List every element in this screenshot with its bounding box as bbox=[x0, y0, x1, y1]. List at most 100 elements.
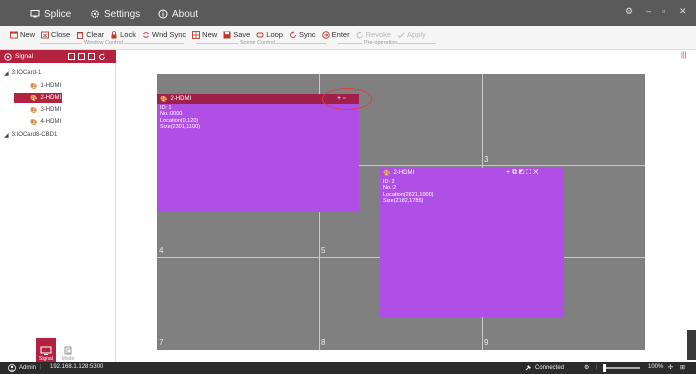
hdmi-source-icon: 🎨 bbox=[30, 107, 38, 114]
toolbar-button-new[interactable]: New bbox=[192, 30, 217, 39]
toolbar-button-label: Clear bbox=[86, 30, 105, 39]
tree-item-hdmi-4[interactable]: 🎨 4-HDMI bbox=[30, 117, 90, 127]
zoom-level: 100% bbox=[648, 364, 664, 370]
window-new-icon bbox=[10, 31, 18, 38]
tab-label: Splice bbox=[44, 8, 72, 20]
toolbar-button-label: New bbox=[202, 30, 218, 39]
cell-number: 3 bbox=[484, 155, 489, 164]
cell-number: 5 bbox=[321, 246, 326, 255]
cell-number: 7 bbox=[159, 338, 164, 347]
toolbar-buttons: New Close Clear Lock Wnd Sync New Save Loop Sync… bbox=[10, 29, 432, 40]
zoom-slider-thumb[interactable] bbox=[603, 364, 606, 372]
toolbar-button-lock[interactable]: Lock bbox=[110, 30, 136, 39]
toolbar-button-wnd-sync[interactable]: Wnd Sync bbox=[142, 30, 186, 39]
signal-icon bbox=[4, 52, 12, 61]
cell-number: 4 bbox=[159, 246, 164, 255]
right-panel-toggle[interactable]: ||| bbox=[681, 52, 686, 59]
minimize-button[interactable]: – bbox=[646, 6, 651, 16]
monitor-icon bbox=[40, 346, 52, 355]
scene-new-icon bbox=[192, 30, 201, 39]
user-info[interactable]: Admin bbox=[8, 364, 36, 372]
enter-icon bbox=[321, 30, 330, 39]
signal-panel-header: Signal bbox=[0, 50, 116, 63]
maximize-button[interactable]: ▫ bbox=[662, 6, 665, 16]
toolbar-button-revoke[interactable]: Revoke bbox=[356, 30, 391, 39]
tree-card-iocard8-cbd1[interactable]: ◢ 3:IOCard8-CBD1 bbox=[4, 130, 57, 140]
side-tab[interactable] bbox=[687, 330, 696, 360]
toolbar-button-label: Lock bbox=[120, 30, 136, 39]
toolbar-button-apply[interactable]: Apply bbox=[397, 30, 426, 39]
toolbar-button-enter[interactable]: Enter bbox=[321, 30, 350, 39]
info-icon bbox=[158, 9, 168, 19]
monitor-icon bbox=[30, 10, 40, 18]
toolbar-button-label: Revoke bbox=[365, 30, 392, 39]
toolbar: New Close Clear Lock Wnd Sync New Save Loop Sync… bbox=[0, 26, 696, 50]
toolbar-button-label: Close bbox=[51, 30, 71, 39]
gear-icon[interactable]: ⚙ bbox=[584, 364, 589, 371]
toolbar-button-label: Enter bbox=[331, 30, 350, 39]
plug-icon bbox=[525, 365, 531, 371]
window-controls[interactable]: + ⧉ ◩ ⛶ ✕ bbox=[506, 169, 538, 177]
window-title: 2-HDMI bbox=[393, 170, 415, 176]
status-divider: | bbox=[596, 364, 598, 370]
tree-card-iocard-1[interactable]: ◢ 3:IOCard-1 bbox=[4, 68, 41, 78]
loop-icon bbox=[256, 32, 264, 37]
tab-settings[interactable]: Settings bbox=[90, 7, 140, 21]
hdmi-source-icon: 🎨 bbox=[30, 119, 38, 126]
status-bar: Admin | 192.168.1.128:5300 Connected ⚙ |… bbox=[0, 362, 696, 374]
tree-item-hdmi-1[interactable]: 🎨 1-HDMI bbox=[30, 81, 90, 91]
zoom-slider[interactable] bbox=[604, 367, 640, 369]
hdmi-source-icon: 🎨 bbox=[160, 96, 168, 103]
hdmi-source-icon: 🎨 bbox=[30, 83, 38, 90]
group-divider bbox=[40, 43, 82, 44]
tab-mode[interactable]: Mode bbox=[58, 338, 78, 362]
tree-item-hdmi-2[interactable]: 🎨 2-HDMI bbox=[14, 93, 62, 103]
window-control-buttons[interactable]: + ⧉ ◩ ⛶ ✕ bbox=[506, 169, 538, 177]
connection-label: Connected bbox=[535, 365, 565, 371]
toolbar-button-new[interactable]: New bbox=[10, 30, 35, 39]
layout-2-icon[interactable] bbox=[78, 53, 85, 60]
layout-1-icon[interactable] bbox=[68, 53, 75, 60]
expand-arrow-icon[interactable]: ◢ bbox=[4, 70, 9, 77]
gear-icon bbox=[91, 10, 99, 18]
tab-signal[interactable]: Signal bbox=[36, 338, 56, 362]
window-info: ID: 1 No.:0000 Location(0,120) Size(2301… bbox=[160, 105, 200, 130]
expand-arrow-icon[interactable]: ◢ bbox=[4, 132, 9, 139]
tab-splice[interactable]: Splice bbox=[30, 7, 71, 21]
settings-window-button[interactable]: ⚙ bbox=[625, 6, 633, 17]
video-wall[interactable]: 1 2 3 4 5 6 7 8 9 🎨 2-HDMI + ▫ ID: 1 No.… bbox=[157, 74, 645, 350]
tree-item-hdmi-3[interactable]: 🎨 3-HDMI bbox=[30, 105, 90, 115]
video-window-1[interactable]: 🎨 2-HDMI + ▫ ID: 1 No.:0000 Location(0,1… bbox=[157, 94, 359, 212]
toolbar-button-close[interactable]: Close bbox=[41, 30, 70, 39]
toolbar-button-loop[interactable]: Loop bbox=[256, 30, 283, 39]
toolbar-button-label: New bbox=[20, 30, 36, 39]
tab-about[interactable]: About bbox=[158, 7, 198, 21]
fit-screen-icon[interactable]: ⊞ bbox=[680, 364, 685, 371]
signal-panel-title: Signal bbox=[15, 53, 34, 60]
layout-3-icon[interactable] bbox=[88, 53, 95, 60]
status-divider: | bbox=[40, 364, 42, 370]
toolbar-button-label: Loop bbox=[266, 30, 283, 39]
close-window-button[interactable]: ✕ bbox=[679, 6, 687, 17]
refresh-icon[interactable] bbox=[98, 53, 106, 61]
toolbar-button-clear[interactable]: Clear bbox=[76, 30, 104, 39]
tree-item-label: 3:IOCard8-CBD1 bbox=[11, 132, 58, 138]
cell-number: 9 bbox=[484, 338, 489, 347]
title-bar: Splice Settings About ⚙ – ▫ ✕ bbox=[0, 0, 696, 26]
toolbar-button-sync[interactable]: Sync bbox=[289, 30, 316, 39]
window-info: ID: 2 No.:2 Location(2621,1000) Size(218… bbox=[383, 179, 433, 204]
tree-item-label: 1-HDMI bbox=[40, 83, 62, 89]
left-panel-bottom-tabs: Signal Mode bbox=[36, 338, 80, 362]
tree-item-label: 4-HDMI bbox=[40, 119, 62, 125]
connection-status: Connected bbox=[524, 364, 564, 372]
group-label-pre-operation: Pre-operation bbox=[364, 40, 398, 46]
video-window-2[interactable]: 🎨 2-HDMI + ⧉ ◩ ⛶ ✕ ID: 2 No.:2 Location(… bbox=[380, 168, 564, 317]
hdmi-source-icon: 🎨 bbox=[30, 95, 38, 102]
revoke-icon bbox=[356, 30, 363, 38]
tab-label: About bbox=[172, 8, 199, 20]
window-size: Size(2301,1100) bbox=[160, 123, 200, 130]
window-close-icon bbox=[41, 31, 49, 38]
toolbar-button-save[interactable]: Save bbox=[223, 30, 250, 39]
window-location: Location(0,120) bbox=[160, 117, 199, 124]
move-icon[interactable]: ✣ bbox=[668, 364, 673, 371]
